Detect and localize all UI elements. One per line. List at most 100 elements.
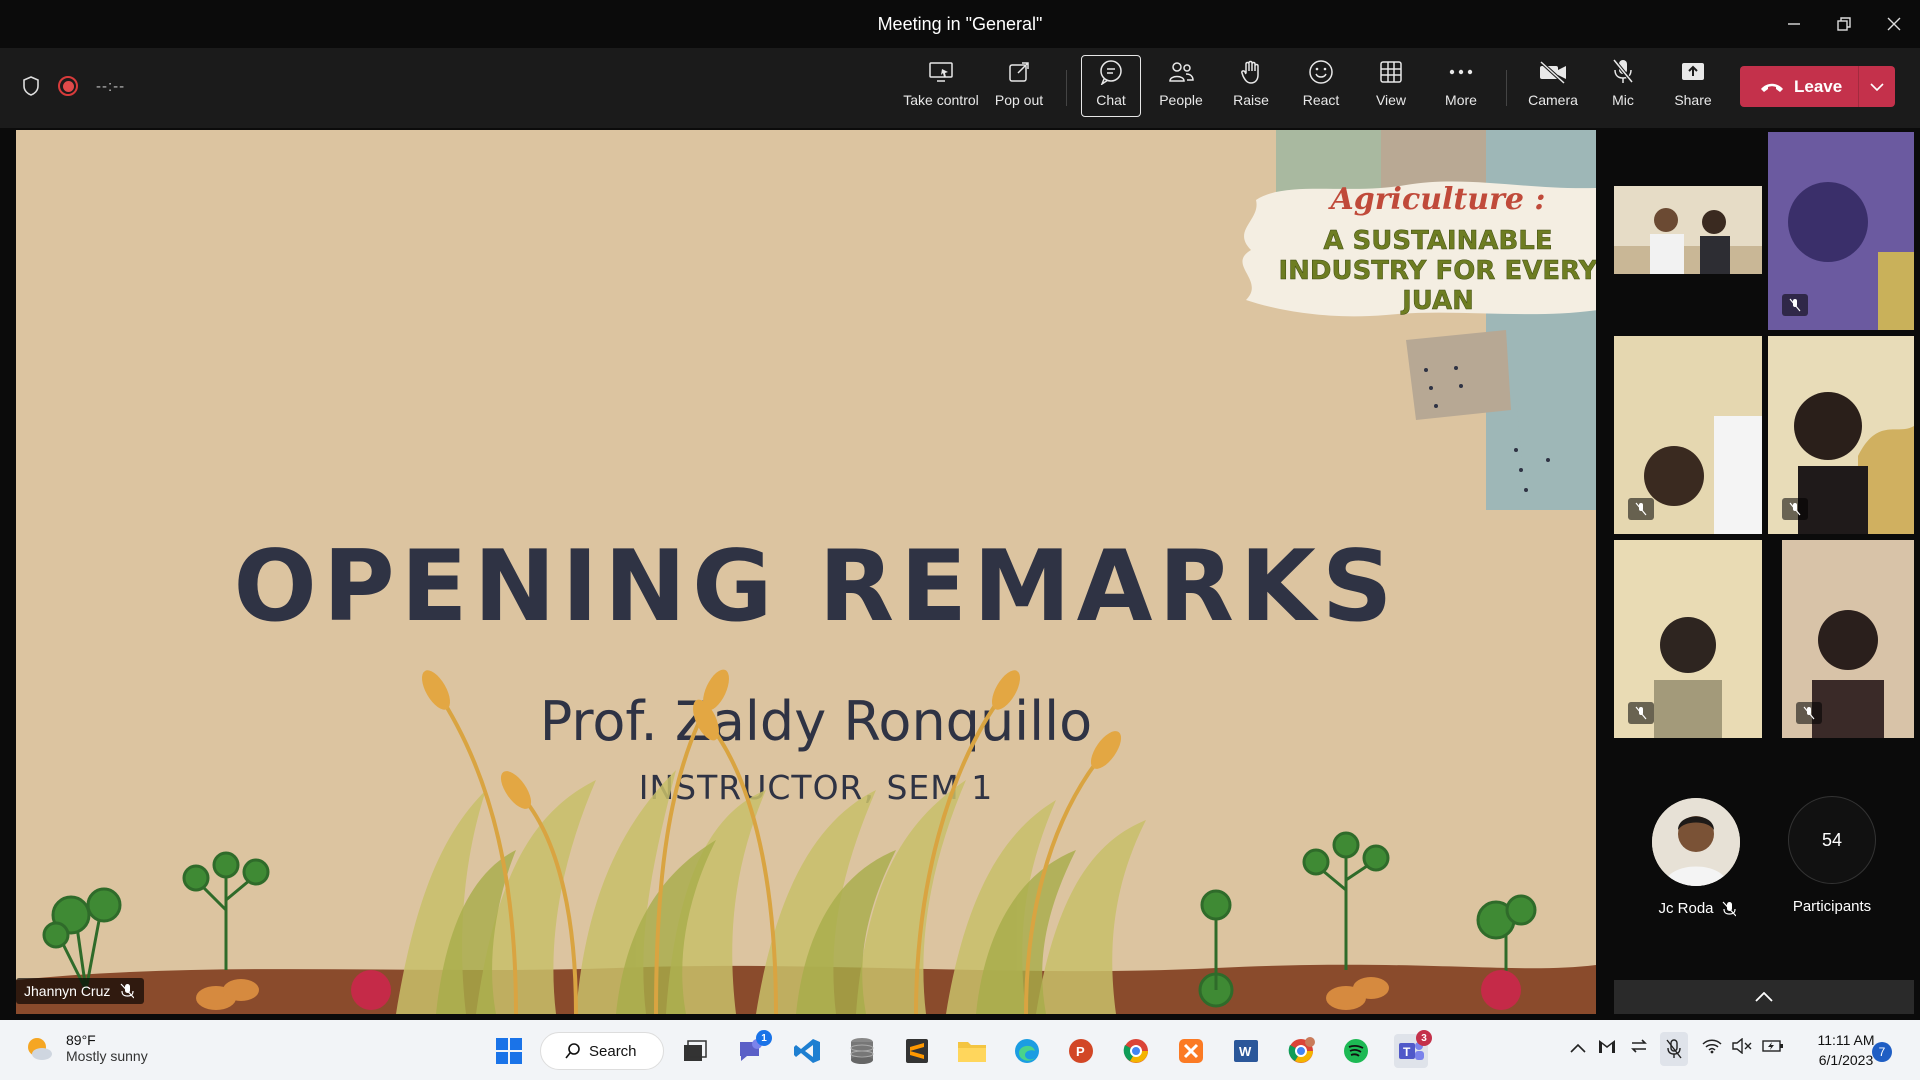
search-icon — [565, 1043, 580, 1059]
battery-charging-icon — [1762, 1040, 1783, 1052]
battery-tray[interactable] — [1762, 1038, 1784, 1059]
toolbar-divider — [1506, 70, 1507, 106]
share-button[interactable]: Share — [1658, 56, 1728, 116]
participant-video — [1614, 186, 1762, 274]
participant-video-tile[interactable] — [1768, 132, 1914, 330]
avatar-name: Jc Roda — [1658, 900, 1714, 917]
spotify-icon — [1344, 1039, 1368, 1063]
close-icon — [1887, 17, 1901, 31]
raise-hand-icon — [1241, 60, 1259, 84]
chat-label: Chat — [1096, 92, 1126, 108]
powerpoint-app[interactable]: P — [1064, 1034, 1098, 1068]
mic-off-icon — [1722, 901, 1736, 916]
chrome-profile-app[interactable] — [1284, 1034, 1318, 1068]
avatar-image — [1652, 798, 1740, 886]
participant-video-tile[interactable] — [1614, 336, 1762, 534]
volume-tray[interactable] — [1732, 1037, 1752, 1059]
people-label: People — [1159, 92, 1203, 108]
chevron-up-icon — [1570, 1043, 1586, 1053]
participant-video-tile[interactable] — [1782, 540, 1914, 738]
wifi-tray[interactable] — [1702, 1038, 1722, 1059]
notification-badge[interactable]: 7 — [1872, 1042, 1892, 1062]
more-button[interactable]: More — [1426, 56, 1496, 116]
shield-icon[interactable] — [22, 76, 40, 96]
recording-icon — [58, 76, 78, 96]
mic-off-icon — [1666, 1039, 1682, 1059]
raise-hand-label: Raise — [1233, 92, 1269, 108]
mic-off-icon — [1789, 298, 1801, 312]
xampp-app[interactable] — [1174, 1034, 1208, 1068]
vscode-icon — [794, 1039, 820, 1063]
chevron-up-icon — [1755, 992, 1773, 1002]
minimize-button[interactable] — [1770, 8, 1818, 40]
teams-chat-app[interactable]: 1 — [734, 1030, 772, 1068]
weather-widget[interactable]: 89°F Mostly sunny — [24, 1032, 148, 1064]
svg-text:T: T — [1403, 1045, 1411, 1059]
mic-button[interactable]: Mic — [1588, 56, 1658, 116]
leave-button[interactable]: Leave — [1740, 66, 1895, 107]
taskbar: 89°F Mostly sunny Search 1 P W T 3 11:11… — [0, 1020, 1920, 1080]
restore-button[interactable] — [1820, 8, 1868, 40]
teams-badge: 3 — [1416, 1030, 1432, 1046]
take-control-icon — [929, 62, 953, 82]
word-app[interactable]: W — [1229, 1034, 1263, 1068]
chat-icon — [1100, 60, 1122, 85]
window-title: Meeting in "General" — [877, 14, 1043, 34]
taskbar-search[interactable]: Search — [540, 1032, 664, 1070]
leave-main[interactable]: Leave — [1740, 77, 1858, 97]
participant-video-tile[interactable] — [1614, 186, 1762, 274]
svg-text:P: P — [1076, 1044, 1085, 1059]
close-button[interactable] — [1870, 8, 1918, 40]
presenter-name-tag: Jhannyn Cruz — [16, 978, 145, 1004]
raise-hand-button[interactable]: Raise — [1216, 56, 1286, 116]
mic-off-icon — [120, 983, 135, 999]
participants-label: Participants — [1792, 898, 1872, 915]
task-view-button[interactable] — [678, 1034, 712, 1068]
word-icon: W — [1234, 1040, 1258, 1062]
show-hidden-icons-button[interactable] — [1570, 1040, 1586, 1058]
database-app[interactable] — [845, 1034, 879, 1068]
camera-label: Camera — [1528, 92, 1578, 108]
volume-muted-icon — [1732, 1037, 1752, 1055]
view-button[interactable]: View — [1356, 56, 1426, 116]
start-button[interactable] — [492, 1034, 526, 1068]
meeting-toolbar: --:-- Take control Pop out Chat People R… — [0, 48, 1920, 128]
sublime-text-app[interactable] — [900, 1034, 934, 1068]
task-view-icon — [684, 1040, 707, 1061]
minimize-icon — [1788, 23, 1800, 25]
chrome-app[interactable] — [1119, 1034, 1153, 1068]
more-icon — [1449, 69, 1473, 75]
participants-count-button[interactable]: 54 Participants — [1786, 796, 1878, 915]
collapse-gallery-button[interactable] — [1614, 980, 1914, 1014]
react-button[interactable]: React — [1286, 56, 1356, 116]
pop-out-button[interactable]: Pop out — [984, 56, 1054, 116]
leave-options-dropdown[interactable] — [1858, 66, 1895, 107]
pop-out-icon — [1009, 62, 1029, 82]
teams-app[interactable]: T 3 — [1394, 1030, 1432, 1068]
edge-app[interactable] — [1010, 1034, 1044, 1068]
mute-indicator — [1796, 702, 1822, 724]
spotify-app[interactable] — [1339, 1034, 1373, 1068]
mic-tray[interactable] — [1660, 1032, 1688, 1066]
vscode-app[interactable] — [790, 1034, 824, 1068]
mute-indicator — [1782, 498, 1808, 520]
wifi-icon — [1702, 1039, 1722, 1054]
take-control-button[interactable]: Take control — [903, 56, 979, 116]
weather-desc: Mostly sunny — [66, 1048, 148, 1064]
title-bar: Meeting in "General" — [0, 0, 1920, 48]
participant-video-tile[interactable] — [1614, 540, 1762, 738]
share-label: Share — [1674, 92, 1712, 108]
camera-button[interactable]: Camera — [1518, 56, 1588, 116]
sync-tray[interactable] — [1630, 1038, 1648, 1059]
folder-icon — [958, 1042, 986, 1062]
gmail-tray[interactable] — [1598, 1038, 1616, 1059]
participant-video-tile[interactable] — [1768, 336, 1914, 534]
chat-button[interactable]: Chat — [1081, 55, 1141, 117]
file-explorer-app[interactable] — [955, 1034, 989, 1068]
search-label: Search — [589, 1042, 637, 1060]
toolbar-divider — [1066, 70, 1067, 106]
participant-avatar-jc-roda[interactable]: Jc Roda — [1652, 798, 1742, 917]
database-icon — [850, 1038, 874, 1064]
people-button[interactable]: People — [1146, 56, 1216, 116]
powerpoint-icon: P — [1069, 1039, 1093, 1063]
